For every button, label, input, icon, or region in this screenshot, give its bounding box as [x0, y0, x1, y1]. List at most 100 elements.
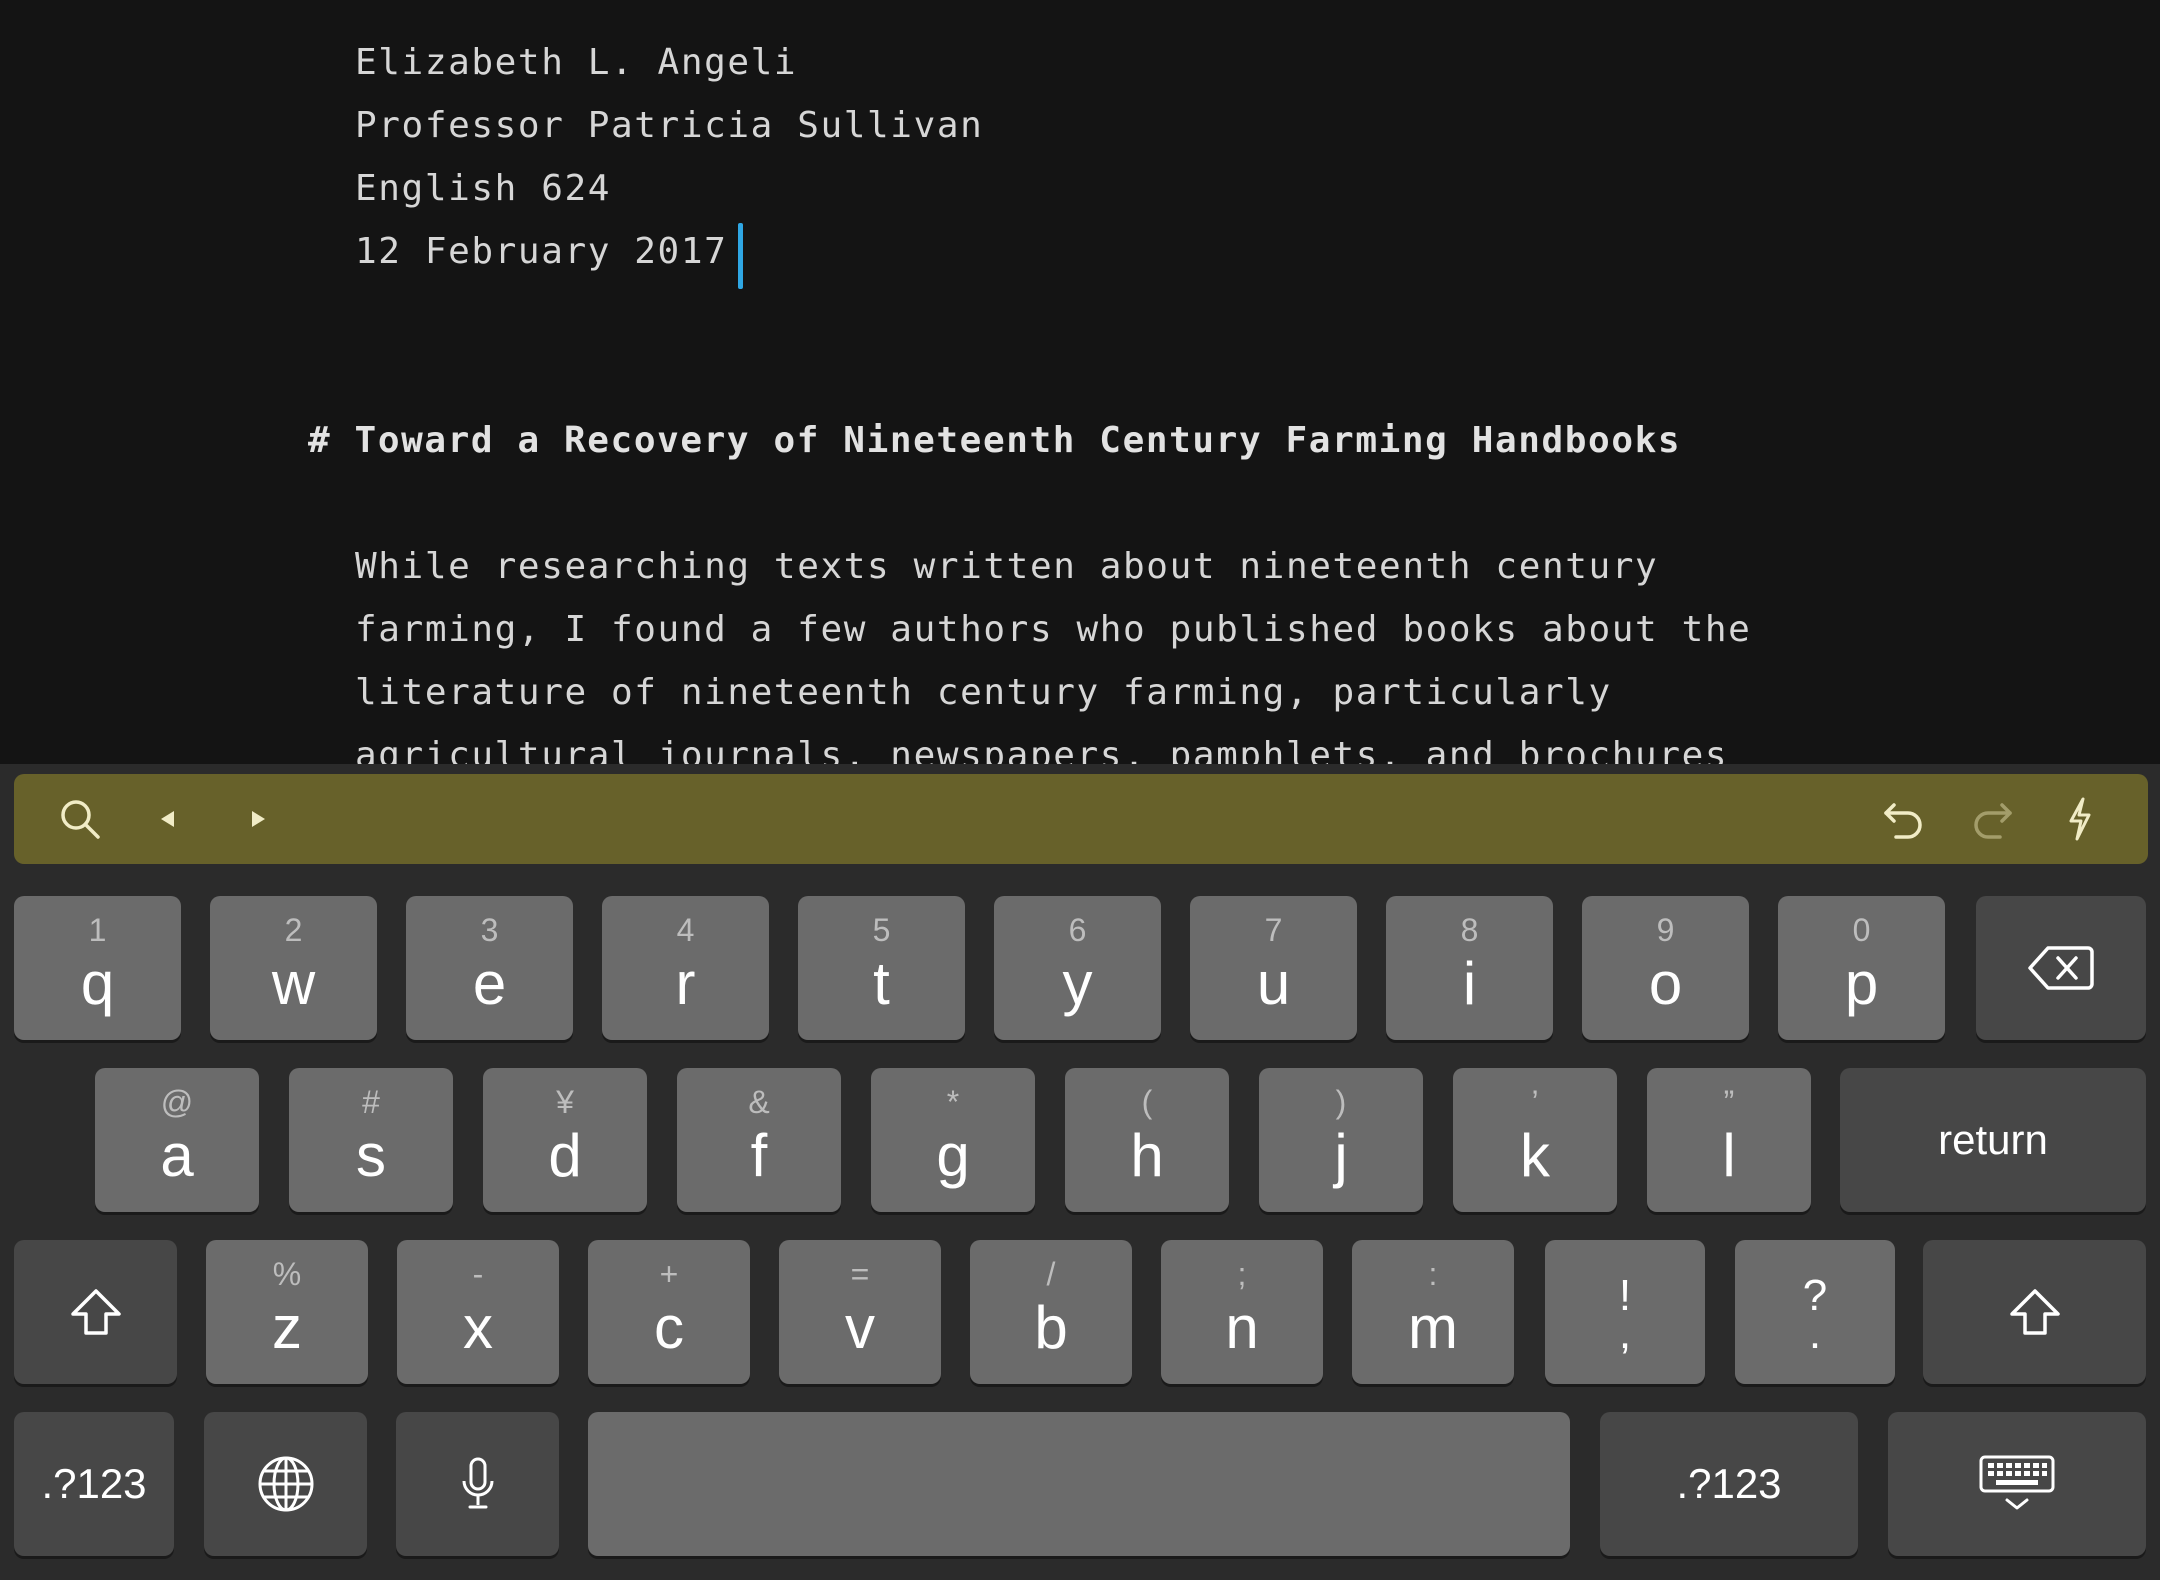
lightning-icon[interactable]: [2040, 774, 2120, 864]
key-f[interactable]: & f: [677, 1068, 841, 1212]
key-secondary-label: /: [1046, 1256, 1056, 1292]
key-v[interactable]: = v: [779, 1240, 941, 1384]
key-secondary-label: 5: [872, 912, 891, 948]
key-p[interactable]: 0p: [1778, 896, 1945, 1040]
key-secondary-label: ): [1335, 1084, 1347, 1120]
document-heading: # Toward a Recovery of Nineteenth Centur…: [308, 420, 1682, 461]
key-label: o: [1648, 950, 1683, 1017]
shift-key-right[interactable]: [1923, 1240, 2146, 1384]
key-t[interactable]: 5t: [798, 896, 965, 1040]
dismiss-keyboard-key[interactable]: [1888, 1412, 2146, 1556]
key-o[interactable]: 9o: [1582, 896, 1749, 1040]
paragraph-line: literature of nineteenth century farming…: [355, 672, 1612, 713]
key-secondary-label: 7: [1264, 912, 1283, 948]
key-secondary-label: @: [160, 1084, 194, 1120]
keyboard-dismiss-icon: [1888, 1454, 2146, 1514]
text-line: English 624: [355, 168, 612, 209]
key-b[interactable]: / b: [970, 1240, 1132, 1384]
key-l[interactable]: ” l: [1647, 1068, 1811, 1212]
key-label: k: [1520, 1122, 1550, 1189]
search-icon[interactable]: [40, 774, 120, 864]
key-c[interactable]: + c: [588, 1240, 750, 1384]
key-secondary-label: *: [946, 1084, 960, 1120]
key-label: m: [1408, 1294, 1458, 1361]
key-u[interactable]: 7u: [1190, 896, 1357, 1040]
key-secondary-label: -: [472, 1256, 484, 1292]
backspace-key[interactable]: [1976, 896, 2146, 1040]
key-x[interactable]: -x: [397, 1240, 559, 1384]
key-z[interactable]: % z: [206, 1240, 368, 1384]
arrow-left-icon[interactable]: [128, 774, 208, 864]
key-label: b: [1034, 1294, 1068, 1361]
arrow-right-icon[interactable]: [218, 774, 298, 864]
key-n[interactable]: ; n: [1161, 1240, 1323, 1384]
key-s[interactable]: # s: [289, 1068, 453, 1212]
key-secondary-label: %: [272, 1256, 302, 1292]
key-secondary-label: 9: [1656, 912, 1675, 948]
text-editor[interactable]: Elizabeth L. Angeli Professor Patricia S…: [0, 0, 2160, 764]
space-key[interactable]: [588, 1412, 1570, 1556]
key-k[interactable]: ’ k: [1453, 1068, 1617, 1212]
key-h[interactable]: (h: [1065, 1068, 1229, 1212]
key-j[interactable]: ) j: [1259, 1068, 1423, 1212]
key-secondary-label: 8: [1460, 912, 1479, 948]
key-secondary-label: 1: [88, 912, 107, 948]
key-label: y: [1062, 950, 1093, 1017]
key-i[interactable]: 8i: [1386, 896, 1553, 1040]
return-label: return: [1938, 1116, 2048, 1163]
question-period-key[interactable]: ? .: [1735, 1240, 1895, 1384]
key-g[interactable]: * g: [871, 1068, 1035, 1212]
key-label: a: [160, 1122, 194, 1189]
return-key[interactable]: return: [1840, 1068, 2146, 1212]
key-label: x: [463, 1294, 493, 1361]
key-y[interactable]: 6y: [994, 896, 1161, 1040]
key-secondary-label: #: [362, 1084, 380, 1120]
key-secondary-label: =: [850, 1256, 870, 1292]
paragraph-line: agricultural journals, newspapers, pamph…: [355, 735, 1729, 764]
keyboard-toolbar: [14, 774, 2148, 864]
key-w[interactable]: 2w: [210, 896, 377, 1040]
key-secondary-label: &: [748, 1084, 770, 1120]
backspace-icon: [1976, 944, 2146, 992]
key-secondary-label: 2: [284, 912, 303, 948]
exclamation-comma-key[interactable]: ! ,: [1545, 1240, 1705, 1384]
key-d[interactable]: ¥ d: [483, 1068, 647, 1212]
key-e[interactable]: 3e: [406, 896, 573, 1040]
numbers-label: .?123: [1676, 1460, 1782, 1507]
key-label: v: [845, 1294, 875, 1361]
microphone-key[interactable]: [396, 1412, 559, 1556]
key-secondary-label: 0: [1852, 912, 1871, 948]
key-label: r: [675, 950, 696, 1017]
numbers-key-left[interactable]: .?123: [14, 1412, 174, 1556]
key-label: q: [80, 950, 115, 1017]
undo-icon[interactable]: [1864, 774, 1944, 864]
numbers-key-right[interactable]: .?123: [1600, 1412, 1858, 1556]
key-a[interactable]: @ a: [95, 1068, 259, 1212]
key-label: z: [272, 1294, 302, 1361]
paragraph-line: While researching texts written about ni…: [355, 546, 1659, 587]
shift-icon: [1923, 1288, 2146, 1336]
text-cursor: [738, 223, 743, 289]
key-r[interactable]: 4r: [602, 896, 769, 1040]
key-m[interactable]: :m: [1352, 1240, 1514, 1384]
key-secondary-label: ¥: [556, 1084, 574, 1120]
key-secondary-label: 4: [676, 912, 695, 948]
key-label: c: [654, 1294, 684, 1361]
shift-key-left[interactable]: [14, 1240, 177, 1384]
key-label: i: [1462, 950, 1477, 1017]
key-label: s: [356, 1122, 386, 1189]
text-line: Elizabeth L. Angeli: [355, 42, 798, 83]
key-secondary-label: ’: [1531, 1084, 1539, 1120]
keyboard: 1q2w3e4r5t6y7u8i9o0p @ a # s ¥ d & f * g(h) j’ k” l …: [0, 764, 2160, 1580]
key-q[interactable]: 1q: [14, 896, 181, 1040]
key-label: u: [1256, 950, 1291, 1017]
globe-key[interactable]: [204, 1412, 367, 1556]
key-secondary-label: (: [1141, 1084, 1153, 1120]
key-label: n: [1225, 1294, 1259, 1361]
key-label: g: [936, 1122, 970, 1189]
redo-icon[interactable]: [1952, 774, 2032, 864]
numbers-label: .?123: [41, 1460, 147, 1507]
key-label: f: [750, 1122, 768, 1189]
globe-icon: [204, 1455, 367, 1513]
key-label: h: [1130, 1122, 1164, 1189]
